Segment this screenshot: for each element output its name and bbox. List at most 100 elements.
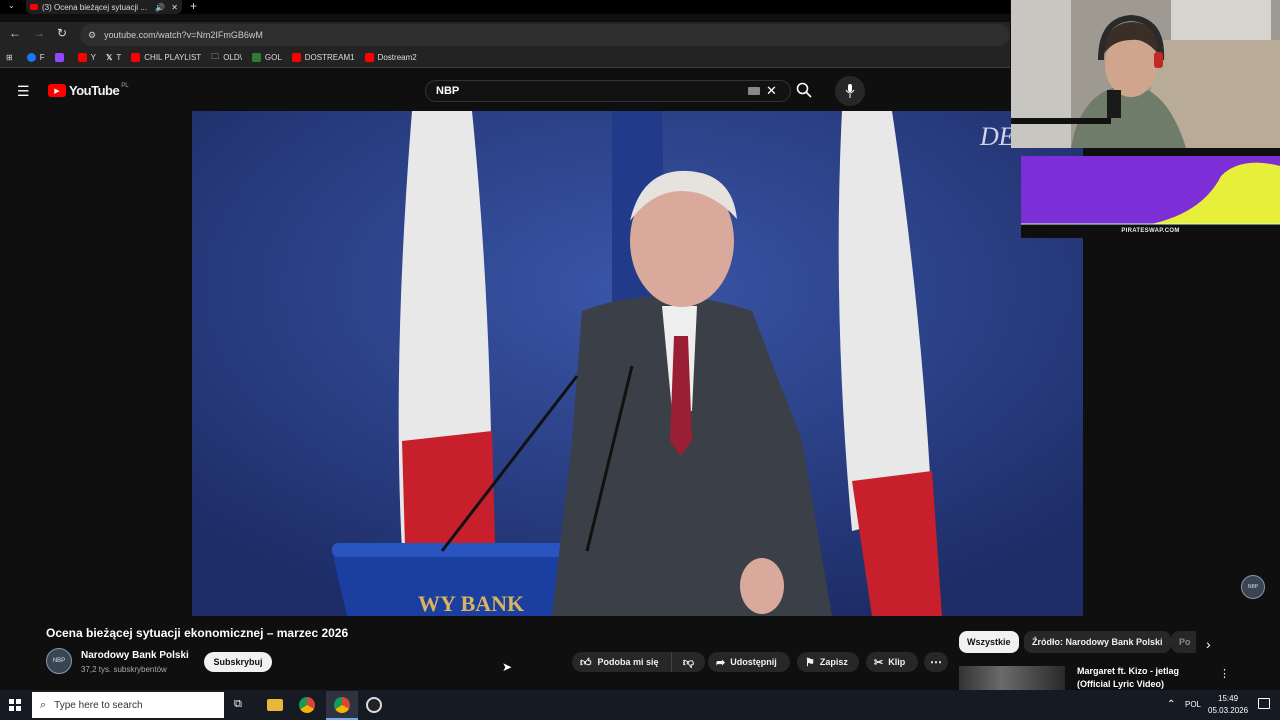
- new-tab-icon[interactable]: +: [190, 0, 197, 13]
- youtube-icon: [77, 53, 87, 62]
- search-value: NBP: [436, 85, 460, 97]
- scissors-icon: ✂: [874, 656, 884, 669]
- recommendation-item[interactable]: Margaret ft. Kizo - jetlag (Official Lyr…: [959, 666, 1259, 690]
- keyboard-icon[interactable]: [748, 87, 760, 95]
- save-label: Zapisz: [819, 657, 848, 667]
- subscribe-label: Subskrybuj: [213, 657, 263, 667]
- thumbs-down-icon: 👎︎: [682, 656, 695, 669]
- obs-icon[interactable]: [366, 697, 382, 713]
- bookmark-youtube[interactable]: Y: [77, 53, 96, 62]
- chip-partial[interactable]: Po: [1171, 631, 1196, 653]
- chips-next-icon[interactable]: ›: [1206, 636, 1211, 652]
- url-text: youtube.com/watch?v=Nm2IFmGB6wM: [104, 30, 263, 40]
- clear-search-icon[interactable]: ✕: [766, 83, 777, 99]
- language-indicator[interactable]: POL: [1185, 700, 1201, 709]
- channel-avatar[interactable]: NBP: [46, 648, 72, 674]
- like-label: Podoba mi się: [597, 657, 659, 667]
- recommendation-title-line1: Margaret ft. Kizo - jetlag: [1077, 666, 1180, 676]
- more-icon: ⋯: [930, 655, 942, 669]
- reload-icon[interactable]: ↻: [57, 26, 67, 40]
- site-info-icon[interactable]: ⚙: [88, 30, 96, 41]
- share-button[interactable]: ➦ Udostępnij: [708, 652, 790, 672]
- dislike-button[interactable]: 👎︎: [671, 652, 705, 672]
- chrome-active-taskbar-item[interactable]: [326, 691, 358, 720]
- chip-partial-label: Po: [1179, 637, 1191, 647]
- windows-start-icon[interactable]: [9, 699, 21, 711]
- recommendation-thumbnail[interactable]: [959, 666, 1065, 690]
- clock-date[interactable]: 05.03.2026: [1208, 706, 1248, 715]
- youtube-icon: [291, 53, 301, 62]
- voice-search-icon[interactable]: [835, 76, 865, 106]
- chrome-profile-icon[interactable]: [299, 697, 315, 713]
- avatar-text: NBP: [52, 658, 66, 664]
- tab-title: (3) Ocena bieżącej sytuacji ...: [42, 2, 147, 12]
- chrome-icon: [334, 697, 350, 713]
- video-player[interactable]: WY BANK DE: [192, 111, 1083, 616]
- bookmark-dostream2[interactable]: Dostream2: [364, 53, 417, 62]
- bookmark-dostream1[interactable]: DOSTREAM1: [291, 53, 355, 62]
- tab-list-chevron-icon[interactable]: ⌄: [8, 1, 15, 10]
- apps-grid-icon[interactable]: ⊞: [6, 53, 13, 62]
- chip-source[interactable]: Źródło: Narodowy Bank Polski: [1024, 631, 1171, 653]
- video-frame: WY BANK DE: [192, 111, 1083, 616]
- youtube-favicon-icon: [30, 4, 38, 10]
- close-tab-icon[interactable]: ✕: [171, 3, 178, 12]
- youtube-play-icon: ▶: [48, 84, 66, 97]
- task-view-icon[interactable]: ⧉: [234, 698, 242, 711]
- save-button[interactable]: ⚑ Zapisz: [797, 652, 859, 672]
- sponsor-banner: PIRATESWAP.COM: [1021, 156, 1280, 238]
- facebook-icon: [26, 53, 36, 62]
- subscribe-button[interactable]: Subskrybuj: [204, 652, 272, 672]
- gol-icon: [251, 53, 261, 62]
- search-icon: ⌕: [40, 698, 47, 711]
- sponsor-url: PIRATESWAP.COM: [1121, 228, 1180, 234]
- bookmark-folder-old[interactable]: 🗀 OLD\: [211, 51, 242, 65]
- podium-text: WY BANK: [418, 591, 524, 616]
- video-title: Ocena bieżącej sytuacji ekonomicznej – m…: [46, 626, 349, 640]
- clip-label: Klip: [888, 657, 906, 667]
- recommendation-menu-icon[interactable]: ⋮: [1219, 667, 1230, 680]
- region-code: PL: [121, 82, 129, 89]
- taskbar-search-input[interactable]: ⌕ Type here to search: [32, 692, 224, 718]
- menu-icon[interactable]: ☰: [17, 83, 30, 100]
- share-icon: ➦: [716, 656, 726, 669]
- youtube-icon: [131, 53, 141, 62]
- webcam-overlay: [1011, 0, 1280, 148]
- recommendation-title-line2: (Official Lyric Video): [1077, 679, 1165, 689]
- bookmark-gol[interactable]: GOL: [251, 53, 282, 62]
- forward-icon[interactable]: →: [33, 26, 45, 40]
- tab-active[interactable]: (3) Ocena bieżącej sytuacji ... 🔊 ✕: [26, 0, 182, 14]
- bookmark-twitch[interactable]: [54, 53, 68, 62]
- tray-chevron-icon[interactable]: ⌃: [1167, 699, 1175, 710]
- bookmark-facebook[interactable]: F: [26, 53, 45, 62]
- chip-all[interactable]: Wszystkie: [959, 631, 1019, 653]
- sponsor-graphic: [1021, 156, 1280, 238]
- bookmark-icon: ⚑: [805, 656, 815, 669]
- file-explorer-icon[interactable]: [267, 699, 283, 711]
- tab-strip: ⌄ (3) Ocena bieżącej sytuacji ... 🔊 ✕ +: [0, 0, 1010, 14]
- mouse-cursor-icon: ➤: [502, 660, 513, 674]
- bookmark-chil-playlist[interactable]: CHIL PLAYLIST: [131, 53, 201, 62]
- clip-button[interactable]: ✂ Klip: [866, 652, 918, 672]
- share-label: Udostępnij: [730, 657, 777, 667]
- chip-source-label: Źródło: Narodowy Bank Polski: [1032, 637, 1163, 647]
- clock-time[interactable]: 15:49: [1218, 694, 1238, 703]
- x-icon: 𝕏: [105, 53, 113, 62]
- youtube-logo[interactable]: ▶ YouTube PL: [48, 83, 129, 98]
- url-input[interactable]: ⚙ youtube.com/watch?v=Nm2IFmGB6wM: [80, 24, 1010, 46]
- notification-icon[interactable]: [1258, 698, 1270, 709]
- search-icon[interactable]: [796, 82, 812, 98]
- taskbar-search-placeholder: Type here to search: [54, 699, 143, 711]
- back-icon[interactable]: ←: [9, 26, 21, 40]
- thumbs-up-icon: 👍︎: [580, 656, 592, 669]
- chip-all-label: Wszystkie: [967, 637, 1011, 647]
- speaker-icon[interactable]: 🔊: [155, 3, 165, 12]
- channel-watermark[interactable]: NBP: [1241, 575, 1265, 599]
- twitch-icon: [54, 53, 64, 62]
- bookmark-x[interactable]: 𝕏T: [106, 53, 121, 62]
- watermark-text: NBP: [1247, 584, 1259, 590]
- more-actions-button[interactable]: ⋯: [924, 652, 948, 672]
- search-input[interactable]: NBP: [425, 80, 791, 102]
- subscriber-count: 37,2 tys. subskrybentów: [81, 665, 167, 674]
- channel-name[interactable]: Narodowy Bank Polski: [81, 650, 189, 661]
